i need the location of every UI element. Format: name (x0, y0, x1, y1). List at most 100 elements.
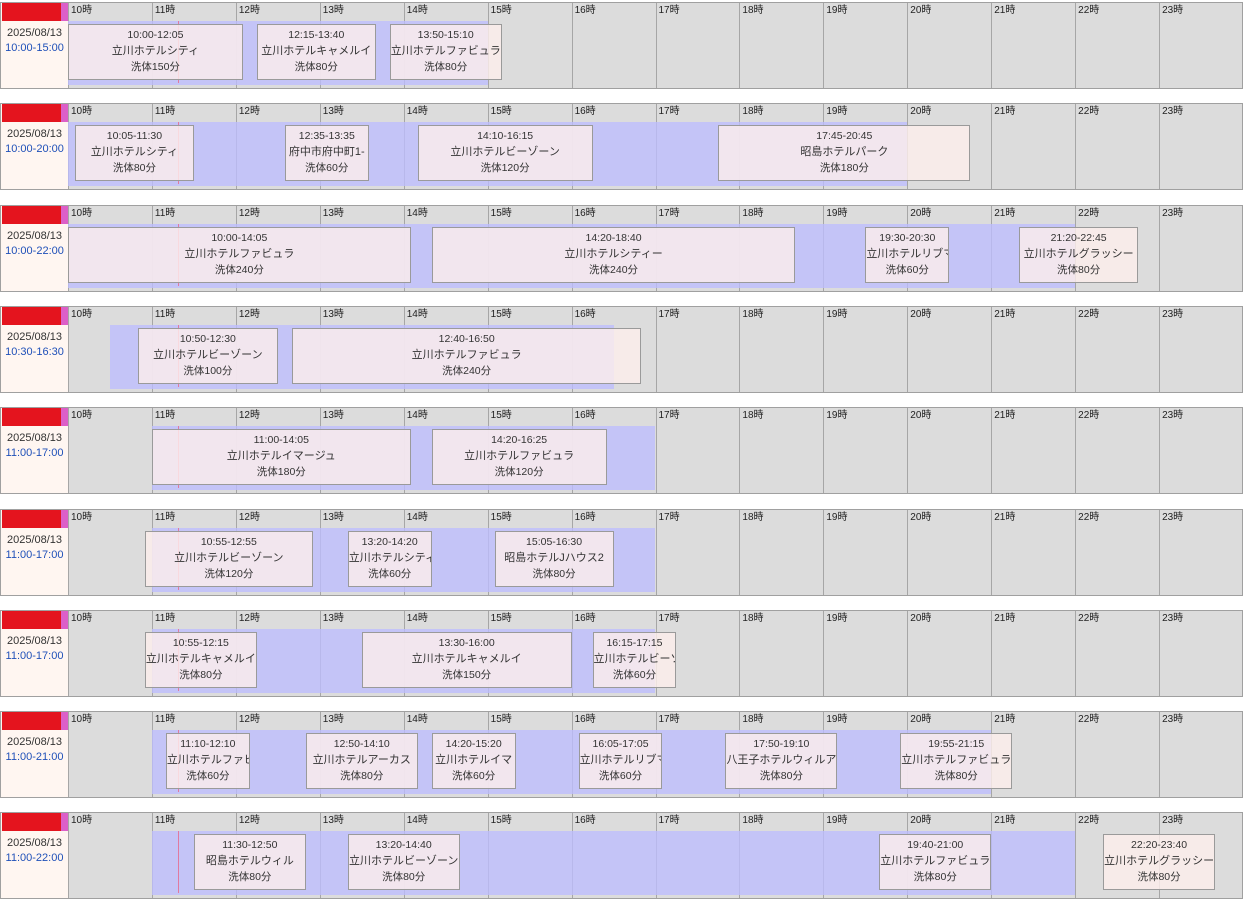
staff-name-redacted[interactable] (2, 408, 68, 427)
staff-name-accent (61, 306, 68, 325)
booking-block[interactable]: 14:20-16:25 立川ホテルファビュラ 洗体120分 (431, 429, 607, 486)
hour-label: 22時 (1078, 207, 1100, 219)
staff-name-accent (61, 712, 68, 731)
booking-block[interactable]: 11:30-12:50 昭島ホテルウィル 洗体80分 (193, 834, 306, 891)
hour-label: 23時 (1162, 5, 1184, 16)
booking-location: 立川ホテルイマ (435, 754, 513, 767)
hour-column: 19時 (823, 509, 907, 595)
booking-block[interactable]: 19:30-20:30 立川ホテルリブマ 洗体60分 (865, 226, 950, 283)
hour-label: 17時 (658, 815, 680, 827)
booking-block[interactable]: 12:50-14:10 立川ホテルアーカス 洗体80分 (305, 733, 418, 790)
hour-label: 22時 (1078, 714, 1100, 726)
booking-service: 洗体80分 (294, 61, 338, 73)
booking-block[interactable]: 10:55-12:55 立川ホテルビーゾーン 洗体120分 (144, 530, 313, 587)
hour-column: 10時 (68, 712, 152, 798)
staff-name-redacted[interactable] (2, 3, 68, 21)
booking-time: 10:05-11:30 (106, 130, 163, 143)
booking-block[interactable]: 22:20-23:40 立川ホテルグラッシー 洗体80分 (1103, 834, 1215, 891)
hour-label: 16時 (574, 714, 596, 726)
hour-label: 12時 (238, 207, 260, 219)
schedule-date: 2025/08/13 (6, 837, 63, 850)
booking-time: 10:00-12:05 (127, 29, 184, 41)
booking-service: 洗体180分 (819, 162, 869, 175)
hour-label: 16時 (574, 815, 596, 827)
booking-block[interactable]: 12:35-13:35 府中市府中町1- 洗体60分 (284, 125, 369, 182)
booking-service: 洗体100分 (183, 364, 233, 377)
booking-location: 府中市府中町1- (288, 146, 365, 159)
booking-block[interactable]: 17:45-20:45 昭島ホテルパーク 洗体180分 (718, 125, 971, 182)
hour-label: 19時 (826, 207, 848, 219)
booking-block[interactable]: 19:40-21:00 立川ホテルファビュラ 洗体80分 (879, 834, 992, 891)
booking-block[interactable]: 13:20-14:40 立川ホテルビーゾーン 洗体80分 (347, 834, 460, 891)
hour-label: 19時 (826, 5, 848, 16)
timeline-track: 10時 11時 12時 13時 14時 15時 16時 17時 18時 19時 20時 21時 22時 2… (68, 204, 1243, 292)
hour-label: 21時 (994, 106, 1016, 118)
hour-label: 17時 (658, 410, 680, 422)
booking-block[interactable]: 10:55-12:15 立川ホテルキャメルイ 洗体80分 (144, 631, 257, 688)
booking-block[interactable]: 10:00-12:05 立川ホテルシティ 洗体150分 (68, 24, 243, 80)
booking-block[interactable]: 16:15-17:15 立川ホテルビーゾ 洗体60分 (592, 631, 677, 688)
booking-block[interactable]: 16:05-17:05 立川ホテルリブマ 洗体60分 (578, 733, 663, 790)
booking-block[interactable]: 10:50-12:30 立川ホテルビーゾーン 洗体100分 (137, 327, 278, 384)
hour-label: 18時 (742, 207, 764, 219)
booking-location: 立川ホテルキャメルイ (261, 45, 372, 57)
booking-block[interactable]: 13:50-15:10 立川ホテルファビュラ 洗体80分 (389, 24, 502, 80)
hour-label: 17時 (658, 511, 680, 523)
staff-name-accent (61, 813, 68, 832)
hour-column: 21時 (991, 408, 1075, 494)
staff-name-redacted[interactable] (2, 610, 68, 629)
booking-service: 洗体120分 (480, 162, 530, 175)
booking-block[interactable]: 12:15-13:40 立川ホテルキャメルイ 洗体80分 (256, 24, 376, 80)
hour-label: 21時 (994, 815, 1016, 827)
booking-block[interactable]: 21:20-22:45 立川ホテルグラッシー 洗体80分 (1019, 226, 1139, 283)
hour-column: 21時 (991, 306, 1075, 392)
staff-name-redacted[interactable] (2, 104, 68, 123)
hour-label: 14時 (406, 5, 428, 16)
hour-label: 22時 (1078, 511, 1100, 523)
booking-service: 洗体60分 (186, 770, 230, 783)
hour-label: 20時 (910, 5, 932, 16)
hour-column: 20時 (907, 408, 991, 494)
hour-label: 14時 (406, 410, 428, 422)
booking-block[interactable]: 14:20-18:40 立川ホテルシティー 洗体240分 (431, 226, 796, 283)
booking-block[interactable]: 13:30-16:00 立川ホテルキャメルイ 洗体150分 (361, 631, 572, 688)
booking-block[interactable]: 17:50-19:10 八王子ホテルウィルア 洗体80分 (725, 733, 838, 790)
hour-label: 15時 (490, 106, 512, 118)
hour-label: 23時 (1162, 714, 1184, 726)
booking-block[interactable]: 11:00-14:05 立川ホテルイマージュ 洗体180分 (151, 429, 411, 486)
booking-service: 洗体240分 (589, 263, 639, 276)
hour-label: 18時 (742, 714, 764, 726)
staff-name-redacted[interactable] (2, 509, 68, 528)
booking-time: 13:20-14:20 (361, 535, 418, 548)
booking-block[interactable]: 10:05-11:30 立川ホテルシティ 洗体80分 (74, 125, 194, 182)
booking-block[interactable]: 19:55-21:15 立川ホテルファビュラ 洗体80分 (900, 733, 1013, 790)
staff-name-redacted[interactable] (2, 306, 68, 325)
hour-label: 15時 (490, 511, 512, 523)
booking-block[interactable]: 14:10-16:15 立川ホテルビーゾーン 洗体120分 (417, 125, 593, 182)
staff-name-accent (61, 610, 68, 629)
hour-label: 22時 (1078, 5, 1100, 16)
booking-block[interactable]: 15:05-16:30 昭島ホテルJハウス2 洗体80分 (494, 530, 614, 587)
booking-block[interactable]: 14:20-15:20 立川ホテルイマ 洗体60分 (431, 733, 516, 790)
booking-block[interactable]: 11:10-12:10 立川ホテルファビ 洗体60分 (165, 733, 250, 790)
hour-label: 11時 (154, 714, 176, 726)
booking-block[interactable]: 13:20-14:20 立川ホテルシティ 洗体60分 (347, 530, 432, 587)
hour-label: 21時 (994, 511, 1016, 523)
staff-info-cell: 2025/08/13 11:00-22:00 (0, 812, 68, 900)
hour-label: 21時 (994, 410, 1016, 422)
hour-label: 19時 (826, 612, 848, 624)
hour-label: 10時 (71, 308, 93, 320)
hour-column: 10時 (68, 408, 152, 494)
staff-name-redacted[interactable] (2, 813, 68, 832)
staff-name-redacted[interactable] (2, 712, 68, 731)
booking-service: 洗体120分 (204, 567, 254, 580)
hour-label: 22時 (1078, 308, 1100, 320)
staff-info-cell: 2025/08/13 11:00-17:00 (0, 609, 68, 697)
booking-location: 昭島ホテルパーク (800, 146, 889, 159)
hour-label: 23時 (1162, 308, 1184, 320)
staff-name-redacted[interactable] (2, 205, 68, 224)
booking-block[interactable]: 12:40-16:50 立川ホテルファビュラ 洗体240分 (291, 327, 642, 384)
booking-time: 10:55-12:55 (200, 535, 257, 548)
timeline-track: 10時 11時 12時 13時 14時 15時 16時 17時 18時 19時 20時 21時 22時 2… (68, 2, 1243, 89)
booking-block[interactable]: 10:00-14:05 立川ホテルファビュラ 洗体240分 (68, 226, 411, 283)
